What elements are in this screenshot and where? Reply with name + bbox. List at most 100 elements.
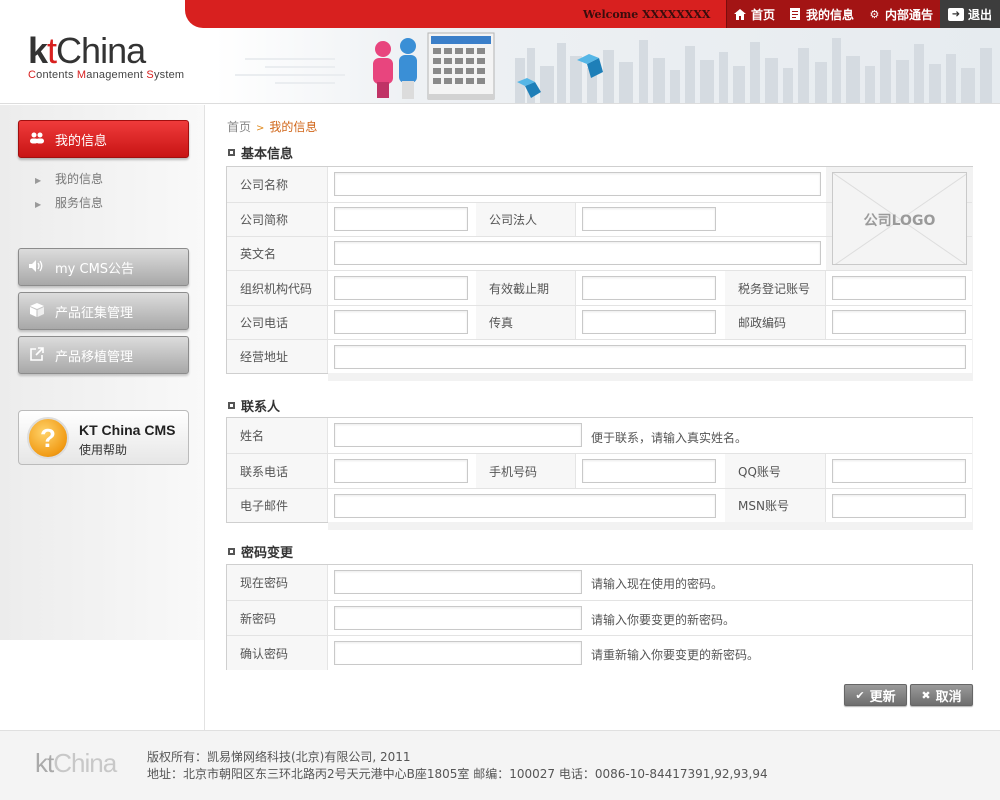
confirm-password-hint: 请重新输入你要变更的新密码。 (591, 648, 760, 662)
field-label: 新密码 (227, 601, 328, 635)
header-banner-illustration (215, 28, 1000, 103)
form-row: 联系电话 手机号码 QQ账号 (227, 453, 972, 488)
section-title-password: 密码变更 (228, 542, 293, 561)
triangle-right-icon: ▶ (35, 176, 42, 185)
address-input[interactable] (334, 345, 966, 369)
fax-input[interactable] (582, 310, 716, 334)
field-label: 现在密码 (227, 565, 328, 600)
form-row: 姓名 便于联系，请输入真实姓名。 (227, 418, 972, 453)
english-name-input[interactable] (334, 241, 821, 265)
nav-home[interactable]: 首页 (725, 0, 782, 28)
section-title-basic: 基本信息 (228, 143, 293, 162)
square-bullet-icon (228, 402, 235, 409)
users-icon (29, 132, 45, 147)
company-logo-placeholder[interactable]: 公司LOGO (832, 172, 967, 265)
sidebar-sub-service-info[interactable]: ▶ 服务信息 (35, 194, 103, 211)
sidebar-my-info-label: 我的信息 (55, 133, 108, 149)
header: ktChina Contents Management System Welco… (0, 0, 1000, 104)
breadcrumb-current: 我的信息 (269, 120, 318, 134)
form-row: 现在密码 请输入现在使用的密码。 (227, 565, 972, 600)
sidebar-cms-notice-button[interactable]: my CMS公告 (18, 248, 189, 286)
help-title: KT China CMS (79, 422, 176, 438)
field-label: MSN账号 (725, 489, 826, 522)
form-row: 电子邮件 MSN账号 (227, 488, 972, 522)
nav-home-label: 首页 (750, 7, 775, 22)
field-label: 组织机构代码 (227, 271, 328, 305)
document-icon (789, 8, 802, 21)
new-password-input[interactable] (334, 606, 582, 630)
speaker-icon (29, 259, 45, 275)
logout-button[interactable]: ➜ 退出 (939, 0, 1000, 28)
footer-logo: ktChina (35, 748, 117, 778)
help-button[interactable]: ? KT China CMS 使用帮助 (18, 410, 189, 465)
mobile-input[interactable] (582, 459, 716, 483)
field-label: 联系电话 (227, 454, 328, 488)
sidebar-my-info-button[interactable]: 我的信息 (18, 120, 189, 158)
field-label: 公司名称 (227, 167, 328, 202)
contact-form: 姓名 便于联系，请输入真实姓名。 联系电话 手机号码 QQ账号 电子邮件 MSN… (226, 417, 973, 530)
current-password-input[interactable] (334, 570, 582, 594)
legal-person-input[interactable] (582, 207, 716, 231)
footer: ktChina 版权所有：凯易悌网络科技(北京)有限公司, 2011 地址：北京… (0, 730, 1000, 800)
sidebar-sub-my-info[interactable]: ▶ 我的信息 (35, 170, 103, 187)
postcode-input[interactable] (832, 310, 966, 334)
field-label: 公司法人 (476, 203, 576, 236)
field-label: 电子邮件 (227, 489, 328, 522)
breadcrumb-separator: > (256, 123, 265, 134)
cancel-button[interactable]: ✖ 取消 (910, 684, 973, 706)
sidebar-product-port-button[interactable]: 产品移植管理 (18, 336, 189, 374)
external-link-icon (29, 346, 45, 364)
form-row: 经营地址 (227, 339, 972, 373)
tax-no-input[interactable] (832, 276, 966, 300)
sidebar-product-collect-button[interactable]: 产品征集管理 (18, 292, 189, 330)
valid-until-input[interactable] (582, 276, 716, 300)
nav-my-info[interactable]: 我的信息 (781, 0, 861, 28)
field-label: 公司电话 (227, 306, 328, 339)
new-password-hint: 请输入你要变更的新密码。 (591, 613, 736, 627)
sidebar-product-collect-label: 产品征集管理 (55, 305, 134, 321)
field-label: 税务登记账号 (725, 271, 826, 305)
kt-china-logo[interactable]: ktChina Contents Management System (28, 33, 184, 82)
field-label: 姓名 (227, 418, 328, 453)
qq-input[interactable] (832, 459, 966, 483)
sidebar-product-port-label: 产品移植管理 (55, 349, 134, 365)
form-row: 确认密码 请重新输入你要变更的新密码。 (227, 635, 972, 670)
box-icon (29, 302, 45, 320)
help-subtitle: 使用帮助 (79, 443, 128, 457)
email-input[interactable] (334, 494, 716, 518)
field-label: 传真 (476, 306, 576, 339)
password-form: 现在密码 请输入现在使用的密码。 新密码 请输入你要变更的新密码。 确认密码 请… (226, 564, 973, 670)
breadcrumb-home[interactable]: 首页 (227, 120, 251, 134)
company-name-input[interactable] (334, 172, 821, 196)
form-row: 组织机构代码 有效截止期 税务登记账号 (227, 270, 972, 305)
field-label: 邮政编码 (725, 306, 826, 339)
company-phone-input[interactable] (334, 310, 468, 334)
footer-address: 地址：北京市朝阳区东三环北路丙2号天元港中心B座1805室 邮编：100027 … (147, 767, 768, 781)
contact-name-hint: 便于联系，请输入真实姓名。 (591, 431, 748, 445)
field-label: 英文名 (227, 237, 328, 270)
sidebar-divider (204, 105, 205, 730)
org-code-input[interactable] (334, 276, 468, 300)
confirm-password-input[interactable] (334, 641, 582, 665)
nav-notice-label: 内部通告 (884, 7, 933, 22)
field-label: 手机号码 (476, 454, 576, 488)
contact-name-input[interactable] (334, 423, 582, 447)
short-name-input[interactable] (334, 207, 468, 231)
question-icon: ? (27, 417, 69, 459)
triangle-right-icon: ▶ (35, 200, 42, 209)
breadcrumb: 首页 > 我的信息 (227, 118, 317, 135)
top-bar: Welcome XXXXXXXX 首页 我的信息 ⚙ 内部通告 ➜ 退出 (185, 0, 1000, 28)
nav-notice[interactable]: ⚙ 内部通告 (860, 0, 940, 28)
welcome-text: Welcome XXXXXXXX (583, 8, 711, 21)
footer-copyright: 版权所有：凯易悌网络科技(北京)有限公司, 2011 (147, 750, 411, 764)
basic-info-form: 公司名称 公司简称 公司法人 英文名 公司LOGO 组织机构代码 有效截止期 税… (226, 166, 973, 381)
nav-my-info-label: 我的信息 (805, 7, 854, 22)
update-button[interactable]: ✔ 更新 (844, 684, 907, 706)
contact-phone-input[interactable] (334, 459, 468, 483)
form-row: 公司电话 传真 邮政编码 (227, 305, 972, 339)
msn-input[interactable] (832, 494, 966, 518)
field-label: QQ账号 (725, 454, 826, 488)
gear-icon: ⚙ (869, 7, 880, 21)
close-icon: ✖ (921, 688, 931, 702)
check-icon: ✔ (855, 688, 865, 702)
